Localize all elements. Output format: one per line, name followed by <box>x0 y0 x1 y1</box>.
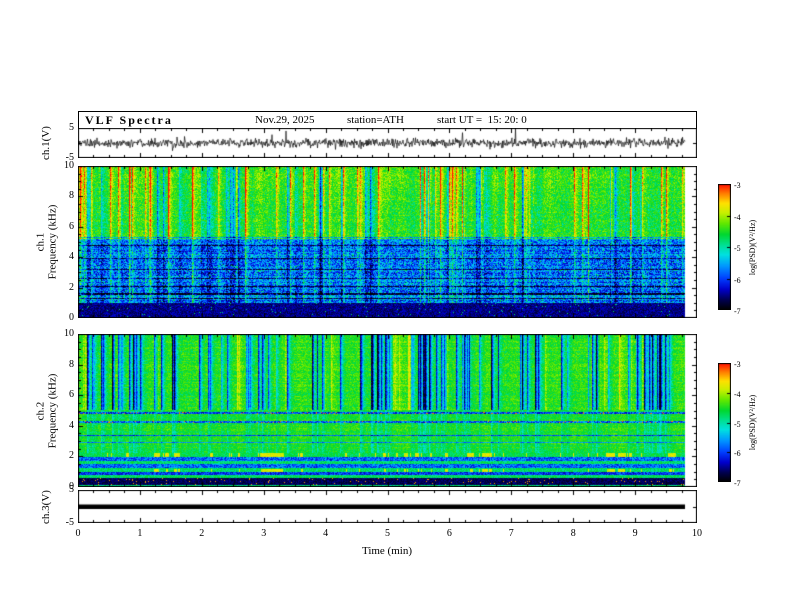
x-tick-label: 5 <box>385 528 390 539</box>
colorbar-tick-label: -3 <box>734 360 741 369</box>
y-tick-label: 2 <box>69 281 74 293</box>
colorbar-ch1 <box>718 184 731 310</box>
x-tick-label: 1 <box>137 528 143 539</box>
colorbar-tick-label: -5 <box>734 419 741 429</box>
colorbar-tick-label: -7 <box>734 479 741 488</box>
plot-title: VLF Spectra <box>85 113 173 127</box>
y-tick-label: -5 <box>65 152 74 163</box>
start-ut-label: start UT = 15: 20: 0 <box>437 114 527 126</box>
colorbar-tick-label: -7 <box>734 307 741 316</box>
station-label: station=ATH <box>347 114 404 126</box>
ch1-frequency-axis-label: ch.1 Frequency (kHz) <box>34 205 58 280</box>
y-tick-label: 5 <box>69 484 74 495</box>
y-tick-label: 8 <box>69 358 74 370</box>
x-tick-label: 0 <box>75 528 81 539</box>
y-tick-label: 6 <box>69 389 74 401</box>
colorbar-tick-label: -3 <box>734 181 741 190</box>
colorbar-tick-label: -4 <box>734 389 741 399</box>
x-tick-label: 4 <box>323 528 329 539</box>
y-tick-label: 6 <box>69 220 74 232</box>
x-tick-label: 10 <box>692 528 702 539</box>
y-tick-label: 5 <box>69 122 74 133</box>
ch1-waveform-plot <box>78 128 697 158</box>
y-tick-label: 0 <box>69 312 74 323</box>
ch3-waveform-plot <box>78 490 697 523</box>
frequency-khz-label: Frequency (kHz) <box>45 373 58 448</box>
ch2-label: ch.2 <box>33 401 46 420</box>
x-tick-label: 8 <box>570 528 576 539</box>
x-tick-label: 3 <box>261 528 267 539</box>
colorbar-tick-label: -4 <box>734 212 741 222</box>
x-tick-label: 6 <box>446 528 452 539</box>
x-tick-label: 7 <box>508 528 514 539</box>
x-tick-label: 9 <box>632 528 638 539</box>
x-tick-label: 2 <box>199 528 205 539</box>
y-tick-label: 4 <box>69 251 74 263</box>
time-axis-label: Time (min) <box>361 545 412 557</box>
colorbar-tick-label: -6 <box>734 449 741 459</box>
frequency-khz-label: Frequency (kHz) <box>45 204 58 280</box>
y-tick-label: 8 <box>69 190 74 202</box>
colorbar-ch2 <box>718 363 731 482</box>
ch2-spectrogram-plot <box>78 334 697 487</box>
ch2-frequency-axis-label: ch.2 Frequency (kHz) <box>34 373 58 448</box>
ch1-label: ch.1 <box>33 232 46 252</box>
ch1-spectrogram-plot <box>78 166 697 318</box>
y-tick-label: 10 <box>64 328 74 339</box>
y-tick-label: 4 <box>69 419 74 431</box>
colorbar-tick-label: -5 <box>734 244 741 253</box>
y-tick-label: -5 <box>65 517 74 528</box>
vlf-spectra-figure: VLF Spectra Nov.29, 2025 station=ATH sta… <box>0 0 792 612</box>
y-tick-label: 2 <box>69 450 74 462</box>
plot-date: Nov.29, 2025 <box>255 114 315 126</box>
header-box: VLF Spectra Nov.29, 2025 station=ATH sta… <box>78 111 697 128</box>
colorbar-tick-label: -6 <box>734 275 741 285</box>
